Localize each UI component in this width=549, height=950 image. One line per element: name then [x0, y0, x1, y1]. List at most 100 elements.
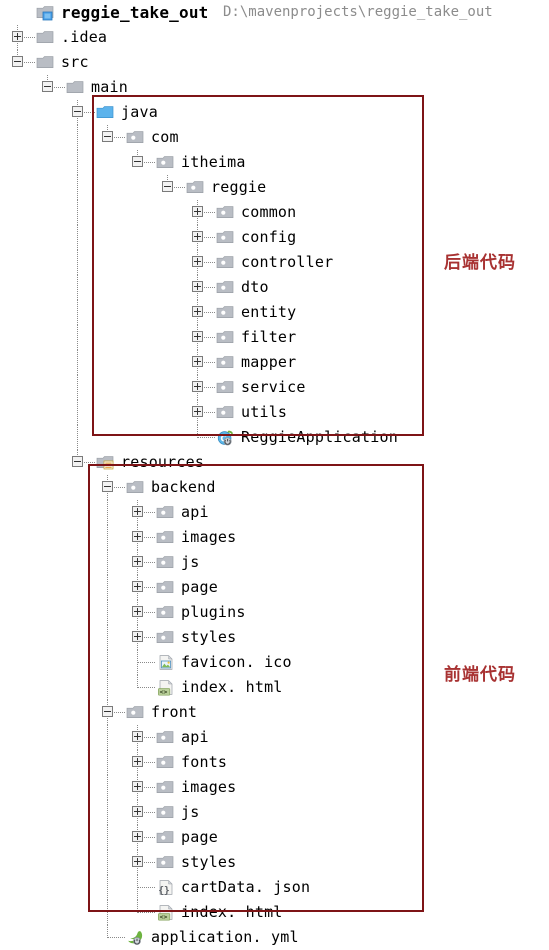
tree-row[interactable]: com [0, 125, 549, 150]
tree-node-label: reggie_take_out [61, 3, 209, 22]
tree-row[interactable]: utils [0, 400, 549, 425]
tree-row[interactable]: java [0, 100, 549, 125]
expand-toggle-icon[interactable] [192, 406, 203, 417]
expand-toggle-icon[interactable] [192, 231, 203, 242]
expand-toggle-icon[interactable] [132, 506, 143, 517]
tree-row[interactable]: config [0, 225, 549, 250]
tree-row[interactable]: plugins [0, 600, 549, 625]
expand-toggle-icon[interactable] [132, 606, 143, 617]
tree-row[interactable]: application. yml [0, 925, 549, 950]
expand-toggle-icon[interactable] [12, 31, 23, 42]
tree-guide-line [107, 525, 109, 550]
expand-toggle-icon[interactable] [192, 306, 203, 317]
expand-toggle-icon[interactable] [192, 281, 203, 292]
project-file-tree[interactable]: reggie_take_out D:\mavenprojects\reggie_t… [0, 0, 549, 950]
tree-guide-line [77, 400, 79, 425]
package-icon [156, 804, 175, 821]
expand-toggle-icon[interactable] [132, 531, 143, 542]
package-icon [216, 229, 235, 246]
expand-toggle-icon[interactable] [132, 731, 143, 742]
tree-row[interactable]: page [0, 825, 549, 850]
tree-row[interactable]: entity [0, 300, 549, 325]
tree-guide-line [77, 325, 79, 350]
tree-row[interactable]: api [0, 500, 549, 525]
tree-row[interactable]: styles [0, 850, 549, 875]
expand-toggle-icon[interactable] [132, 581, 143, 592]
collapse-toggle-icon[interactable] [102, 481, 113, 492]
collapse-toggle-icon[interactable] [12, 56, 23, 67]
tree-guide-line [77, 250, 79, 275]
spring-config-icon [126, 929, 145, 946]
tree-row[interactable]: fonts [0, 750, 549, 775]
tree-node-label: index. html [181, 678, 283, 696]
tree-node-label: dto [241, 278, 269, 296]
tree-row[interactable]: {} cartData. json [0, 875, 549, 900]
tree-row[interactable]: service [0, 375, 549, 400]
package-icon [216, 404, 235, 421]
tree-row[interactable]: .idea [0, 25, 549, 50]
tree-row[interactable]: C ReggieApplication [0, 425, 549, 450]
tree-node-label: src [61, 53, 89, 71]
tree-row[interactable]: common [0, 200, 549, 225]
expand-toggle-icon[interactable] [132, 831, 143, 842]
expand-toggle-icon[interactable] [192, 331, 203, 342]
expand-toggle-icon[interactable] [192, 206, 203, 217]
tree-row[interactable]: backend [0, 475, 549, 500]
expand-toggle-icon[interactable] [132, 756, 143, 767]
collapse-toggle-icon[interactable] [72, 106, 83, 117]
tree-row[interactable]: styles [0, 625, 549, 650]
tree-row[interactable]: dto [0, 275, 549, 300]
tree-guide-line [107, 725, 109, 750]
tree-row[interactable]: front [0, 700, 549, 725]
svg-text:<>: <> [160, 688, 168, 696]
tree-row[interactable]: js [0, 550, 549, 575]
tree-node-label: filter [241, 328, 297, 346]
tree-row[interactable]: resources [0, 450, 549, 475]
package-icon [216, 379, 235, 396]
tree-row[interactable]: page [0, 575, 549, 600]
expand-toggle-icon[interactable] [192, 256, 203, 267]
collapse-toggle-icon[interactable] [42, 81, 53, 92]
project-folder-icon [36, 4, 55, 21]
backend-code-annotation-label: 后端代码 [444, 253, 516, 273]
tree-row[interactable]: mapper [0, 350, 549, 375]
expand-toggle-icon[interactable] [132, 556, 143, 567]
expand-toggle-icon[interactable] [192, 381, 203, 392]
collapse-toggle-icon[interactable] [102, 706, 113, 717]
tree-row[interactable]: src [0, 50, 549, 75]
tree-guide-line [77, 175, 79, 200]
expand-toggle-icon[interactable] [132, 806, 143, 817]
collapse-toggle-icon[interactable] [132, 156, 143, 167]
tree-row[interactable]: images [0, 775, 549, 800]
source-root-icon [96, 104, 115, 121]
package-icon [156, 604, 175, 621]
package-icon [156, 529, 175, 546]
json-file-icon: {} [156, 879, 175, 896]
tree-row[interactable]: itheima [0, 150, 549, 175]
tree-row[interactable]: filter [0, 325, 549, 350]
tree-row[interactable]: main [0, 75, 549, 100]
package-icon [156, 829, 175, 846]
tree-guide-elbow [137, 687, 155, 689]
collapse-toggle-icon[interactable] [72, 456, 83, 467]
html-file-icon: <> [156, 679, 175, 696]
tree-row[interactable]: api [0, 725, 549, 750]
package-icon [156, 154, 175, 171]
expand-toggle-icon[interactable] [132, 631, 143, 642]
expand-toggle-icon[interactable] [132, 781, 143, 792]
tree-row[interactable]: <> index. html [0, 900, 549, 925]
tree-row[interactable]: images [0, 525, 549, 550]
expand-toggle-icon[interactable] [192, 356, 203, 367]
collapse-toggle-icon[interactable] [162, 181, 173, 192]
collapse-toggle-icon[interactable] [102, 131, 113, 142]
tree-row[interactable]: js [0, 800, 549, 825]
svg-text:<>: <> [160, 913, 168, 921]
tree-row[interactable]: reggie_take_out D:\mavenprojects\reggie_t… [0, 0, 549, 25]
tree-node-label: com [151, 128, 179, 146]
tree-node-label: itheima [181, 153, 246, 171]
tree-node-label: utils [241, 403, 288, 421]
tree-guide-line [107, 575, 109, 600]
expand-toggle-icon[interactable] [132, 856, 143, 867]
tree-node-label: config [241, 228, 297, 246]
tree-row[interactable]: reggie [0, 175, 549, 200]
